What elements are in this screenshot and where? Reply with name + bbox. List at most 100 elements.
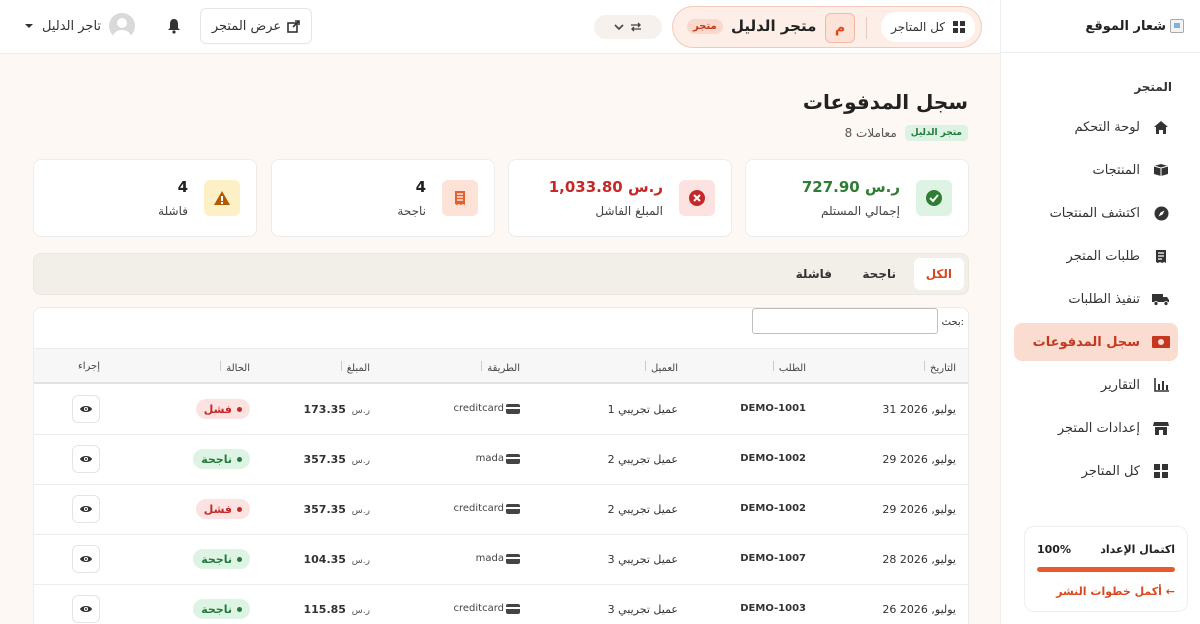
sidebar-item-payments[interactable]: سجل المدفوعات [1014,323,1178,361]
cell-amount: ر.س 104.35 [304,553,371,566]
status-label: ناجحة [201,552,232,566]
cell-method: mada [476,553,520,564]
page: تاجر الدليل عرض المتجر متجر متجر الدليل … [0,0,1200,624]
compass-icon [1152,204,1170,222]
sidebar-item-products[interactable]: المنتجات [1022,151,1178,189]
credit-card-icon [506,403,520,414]
table-row: 29 يوليو, 2026 DEMO-1002 عميل تجريبي 2 cred… [34,485,968,535]
cell-customer: عميل تجريبي 3 [607,553,678,566]
search-input[interactable] [752,308,938,334]
stat-card-successful: 4 ناجحة [271,159,495,237]
view-store-label: عرض المتجر [211,18,282,34]
currency-label: ر.س [351,406,370,416]
eye-icon [80,506,92,512]
status-label: فشل [203,502,232,516]
chevron-down-icon [614,24,624,31]
status-dot [237,606,242,612]
view-details-button[interactable] [72,445,100,473]
cell-order[interactable]: DEMO-1007 [740,553,806,564]
view-details-button[interactable] [72,395,100,423]
column-header-order[interactable]: الطلب [769,361,806,374]
amount-value: 115.85 [303,603,346,616]
method-name: creditcard [453,503,505,514]
column-header-customer[interactable]: العميل [641,361,678,374]
user-menu[interactable]: تاجر الدليل [24,12,136,40]
eye-icon [80,606,92,612]
cell-amount: ر.س 115.85 [304,603,371,616]
sidebar-item-reports[interactable]: التقارير [1022,366,1178,404]
table-header: التاريخ الطلب العميل الطريقة المبلغ الحا… [34,348,968,384]
external-link-icon [287,19,300,33]
store-avatar: م [825,13,855,43]
cell-amount: ر.س 357.35 [304,503,371,516]
eye-icon [80,456,92,462]
all-stores-button[interactable]: كل المتاجر [881,12,975,42]
sidebar-item-label: اكتشف المنتجات [1049,205,1140,221]
cell-order[interactable]: DEMO-1002 [740,503,806,514]
eye-icon [80,406,92,412]
transactions-count: 8 معاملات [844,126,897,140]
page-title: سجل المدفوعات [802,90,968,114]
setup-progress-card: اكتمال الإعداد 100% أكمل خطوات النشر ← [1024,526,1188,612]
store-switcher[interactable] [594,15,662,39]
column-header-date[interactable]: التاريخ [920,361,956,374]
sidebar-item-orders[interactable]: طلبات المتجر [1022,237,1178,275]
box-icon [1152,161,1170,179]
cell-date: 26 يوليو, 2026 [882,603,956,616]
receipt-icon [1152,247,1170,265]
sidebar-item-label: لوحة التحكم [1074,119,1140,135]
pill-divider [866,17,867,39]
tab-all[interactable]: الكل [913,258,964,290]
store-name: متجر الدليل [731,17,817,35]
currency-label: ر.س [351,606,370,616]
currency-label: ر.س [351,506,370,516]
view-store-button[interactable]: عرض المتجر [200,8,312,44]
sidebar-item-discover[interactable]: اكتشف المنتجات [1022,194,1178,232]
amount-value: 357.35 [303,503,346,516]
sidebar-item-all-stores[interactable]: كل المتاجر [1022,452,1178,490]
column-header-status[interactable]: الحالة [216,361,250,374]
cell-method: mada [476,453,520,464]
credit-card-icon [506,603,520,614]
status-dot [237,556,242,562]
cell-method: creditcard [453,503,520,514]
amount-value: 104.35 [303,553,346,566]
sidebar-item-label: المنتجات [1092,162,1140,178]
site-logo[interactable]: شعار الموقع [1085,12,1184,40]
user-name: تاجر الدليل [42,18,102,34]
sidebar-item-fulfillment[interactable]: تنفيذ الطلبات [1022,280,1178,318]
view-details-button[interactable] [72,595,100,623]
topbar: تاجر الدليل عرض المتجر متجر متجر الدليل … [0,0,1000,54]
cell-customer: عميل تجريبي 1 [607,403,678,416]
cell-order[interactable]: DEMO-1002 [740,453,806,464]
method-name: mada [475,453,504,464]
grid-icon [1152,462,1170,480]
cell-order[interactable]: DEMO-1003 [740,603,806,614]
stat-card-failed-count: 4 فاشلة [33,159,257,237]
broken-image-icon [1170,19,1184,33]
status-badge: ناجحة [193,549,250,569]
sidebar-item-dashboard[interactable]: لوحة التحكم [1022,108,1178,146]
setup-percent: 100% [1037,543,1071,556]
table-row: 29 يوليو, 2026 DEMO-1002 عميل تجريبي 2 mada… [34,435,968,485]
column-header-method[interactable]: الطريقة [477,361,520,374]
cell-amount: ر.س 357.35 [304,453,371,466]
stat-label: ناجحة [397,204,426,218]
column-header-action: إجراء [78,361,100,372]
bell-icon[interactable] [164,16,184,36]
cell-date: 31 يوليو, 2026 [882,403,956,416]
stat-value: 4 [177,178,188,196]
publish-steps-link[interactable]: أكمل خطوات النشر ← [1056,585,1175,598]
column-header-amount[interactable]: المبلغ [337,361,370,374]
credit-card-icon [506,553,520,564]
tab-successful[interactable]: ناجحة [850,258,908,290]
stat-card-received: 727.90 ر.س إجمالي المستلم [745,159,969,237]
status-badge: فشل [195,399,250,419]
sidebar-item-store-settings[interactable]: إعدادات المتجر [1022,409,1178,447]
view-details-button[interactable] [72,545,100,573]
tab-failed[interactable]: فاشلة [784,258,844,290]
cell-order[interactable]: DEMO-1001 [740,403,806,414]
setup-progress-fill [1037,567,1175,572]
receipt-icon [442,180,478,216]
view-details-button[interactable] [72,495,100,523]
